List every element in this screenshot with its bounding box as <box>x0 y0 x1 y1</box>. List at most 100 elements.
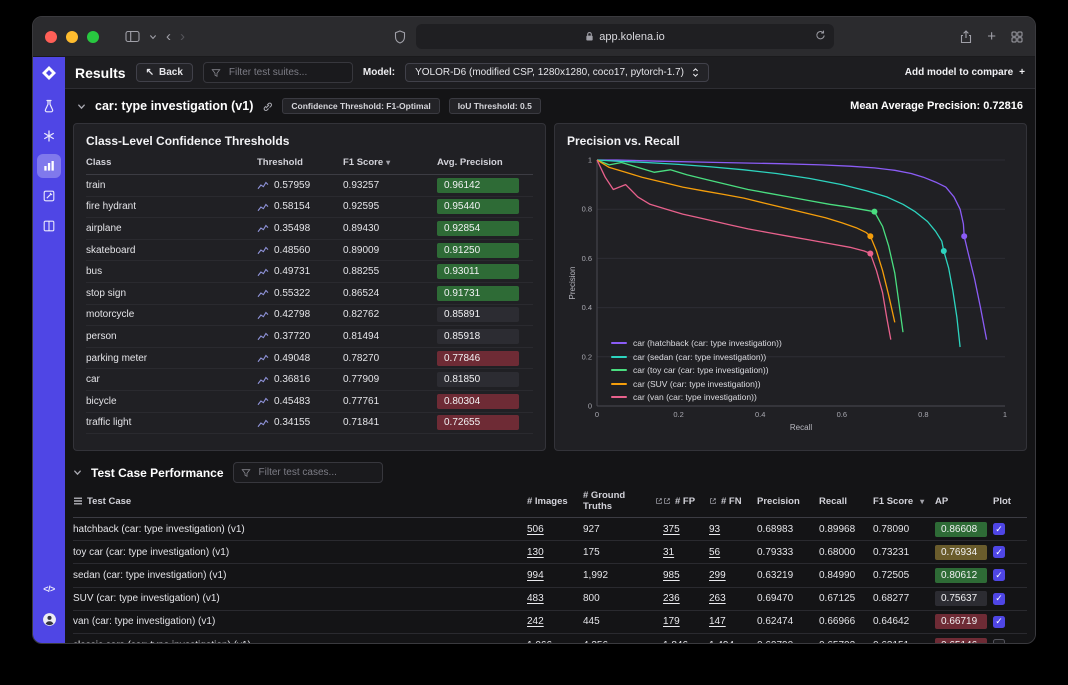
ap-badge: 0.65146 <box>935 638 987 644</box>
menu-icon[interactable] <box>73 497 83 505</box>
f1-score-value: 0.89009 <box>343 245 437 256</box>
fn-link[interactable]: 1,494 <box>709 640 734 644</box>
plot-checkbox[interactable]: ✓ <box>993 616 1005 628</box>
add-model-to-compare-button[interactable]: Add model to compare + <box>905 67 1025 78</box>
line-chart-icon[interactable] <box>257 267 269 277</box>
legend-item[interactable]: car (sedan (car: type investigation)) <box>611 352 782 362</box>
model-dropdown[interactable]: YOLOR-D6 (modified CSP, 1280x1280, coco1… <box>405 63 709 82</box>
collapse-section-chevron-icon[interactable] <box>77 102 86 111</box>
line-chart-icon[interactable] <box>257 202 269 212</box>
images-link[interactable]: 242 <box>527 616 544 627</box>
legend-item[interactable]: car (SUV (car: type investigation)) <box>611 379 782 389</box>
sidebar-item-test-suites[interactable] <box>37 94 61 118</box>
legend-swatch <box>611 396 627 398</box>
fp-link[interactable]: 985 <box>663 570 680 581</box>
threshold-table-body: train 0.57959 0.93257 0.96142 fire hydra… <box>86 175 533 434</box>
col-f1-score[interactable]: F1 Score▾ <box>873 496 935 507</box>
col-fn[interactable]: # FN <box>709 496 757 507</box>
svg-text:Precision: Precision <box>568 267 577 300</box>
test-case-row: hatchback (car: type investigation) (v1)… <box>73 518 1027 541</box>
share-icon[interactable] <box>960 30 972 44</box>
legend-item[interactable]: car (toy car (car: type investigation)) <box>611 365 782 375</box>
link-icon[interactable] <box>262 101 273 112</box>
filter-test-suites-input[interactable] <box>227 66 345 79</box>
legend-label: car (SUV (car: type investigation)) <box>633 379 761 389</box>
sidebar-toggle-icon[interactable] <box>125 30 140 43</box>
fp-link[interactable]: 31 <box>663 547 674 558</box>
line-chart-icon[interactable] <box>257 353 269 363</box>
tab-overview-icon[interactable] <box>1011 31 1023 43</box>
account-icon[interactable] <box>37 607 61 631</box>
zoom-window-button[interactable] <box>87 31 99 43</box>
threshold-table-row: person 0.37720 0.81494 0.85918 <box>86 326 533 348</box>
page-title: Results <box>75 65 126 81</box>
test-suite-title: car: type investigation (v1) <box>95 99 253 113</box>
close-window-button[interactable] <box>45 31 57 43</box>
updown-chevrons-icon <box>692 67 699 78</box>
model-label: Model: <box>363 67 395 78</box>
line-chart-icon[interactable] <box>257 223 269 233</box>
f1-score-value: 0.86524 <box>343 288 437 299</box>
legend-item[interactable]: car (van (car: type investigation)) <box>611 392 782 402</box>
line-chart-icon[interactable] <box>257 418 269 428</box>
fp-link[interactable]: 1,846 <box>663 640 688 644</box>
class-name: train <box>86 180 257 191</box>
fn-link[interactable]: 263 <box>709 593 726 604</box>
new-tab-icon[interactable]: + <box>987 28 996 45</box>
plot-checkbox[interactable]: ✓ <box>993 546 1005 558</box>
kolena-logo[interactable] <box>41 65 57 81</box>
line-chart-icon[interactable] <box>257 245 269 255</box>
filter-test-cases-input[interactable] <box>257 466 375 479</box>
images-link[interactable]: 130 <box>527 547 544 558</box>
avg-precision-badge: 0.93011 <box>437 264 519 279</box>
fn-link[interactable]: 56 <box>709 547 720 558</box>
threshold-value: 0.34155 <box>274 417 310 428</box>
avg-precision-badge: 0.95440 <box>437 199 519 214</box>
collapse-testcases-chevron-icon[interactable] <box>73 468 82 477</box>
line-chart-icon[interactable] <box>257 288 269 298</box>
f1-score-value: 0.77761 <box>343 396 437 407</box>
fn-link[interactable]: 93 <box>709 524 720 535</box>
sidebar-item-annotations[interactable] <box>37 184 61 208</box>
fp-link[interactable]: 375 <box>663 524 680 535</box>
col-fp[interactable]: # FP <box>663 496 709 507</box>
sidebar-item-results[interactable] <box>37 154 61 178</box>
forward-button[interactable]: › <box>180 28 185 45</box>
images-link[interactable]: 506 <box>527 524 544 535</box>
images-link[interactable]: 1,066 <box>527 640 552 644</box>
plot-checkbox[interactable]: ✓ <box>993 523 1005 535</box>
col-ground-truths[interactable]: # Ground Truths <box>583 490 663 512</box>
filter-test-cases-box <box>233 462 383 483</box>
line-chart-icon[interactable] <box>257 180 269 190</box>
back-to-suites-button[interactable]: ↖ Back <box>136 63 193 82</box>
code-icon[interactable]: </> <box>37 577 61 601</box>
f1-score-value: 0.92595 <box>343 201 437 212</box>
sidebar-item-compare[interactable] <box>37 214 61 238</box>
line-chart-icon[interactable] <box>257 396 269 406</box>
fn-link[interactable]: 299 <box>709 570 726 581</box>
col-f1-score-label: F1 Score <box>343 157 383 168</box>
line-chart-icon[interactable] <box>257 310 269 320</box>
test-case-name: van (car: type investigation) (v1) <box>73 616 527 627</box>
col-f1-score[interactable]: F1 Score▾ <box>343 157 437 168</box>
threshold-value: 0.37720 <box>274 331 310 342</box>
line-chart-icon[interactable] <box>257 375 269 385</box>
plot-checkbox[interactable]: ✓ <box>993 593 1005 605</box>
minimize-window-button[interactable] <box>66 31 78 43</box>
line-chart-icon[interactable] <box>257 331 269 341</box>
shield-icon[interactable] <box>394 30 406 44</box>
address-bar[interactable]: app.kolena.io <box>416 24 834 49</box>
svg-text:0.8: 0.8 <box>582 205 592 214</box>
fp-link[interactable]: 236 <box>663 593 680 604</box>
sidebar-item-studio[interactable] <box>37 124 61 148</box>
legend-item[interactable]: car (hatchback (car: type investigation)… <box>611 338 782 348</box>
fn-link[interactable]: 147 <box>709 616 726 627</box>
images-link[interactable]: 483 <box>527 593 544 604</box>
fp-link[interactable]: 179 <box>663 616 680 627</box>
chevron-down-icon[interactable] <box>149 33 157 41</box>
refresh-icon[interactable] <box>815 29 826 41</box>
images-link[interactable]: 994 <box>527 570 544 581</box>
plot-checkbox[interactable] <box>993 639 1005 644</box>
back-button[interactable]: ‹ <box>166 28 171 45</box>
plot-checkbox[interactable]: ✓ <box>993 569 1005 581</box>
